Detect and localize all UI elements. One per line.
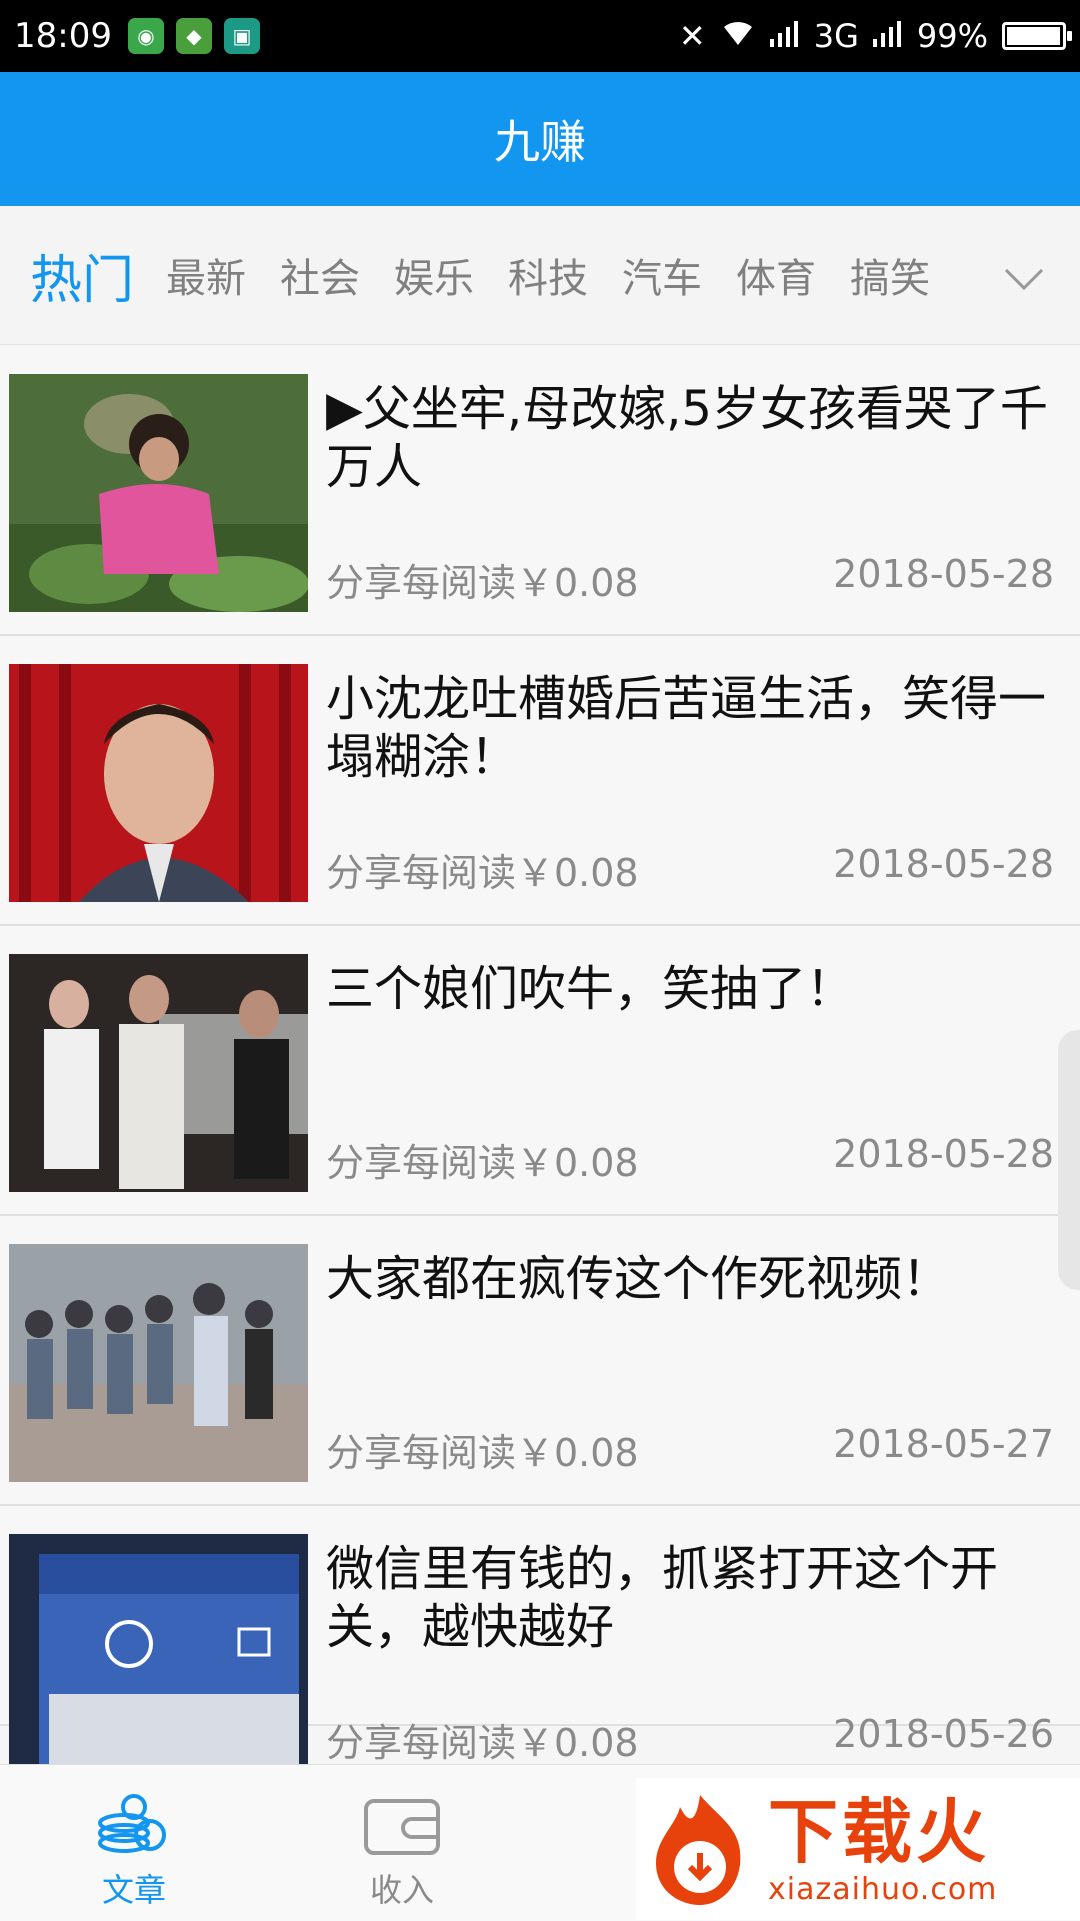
article-title: 小沈龙吐槽婚后苦逼生活，笑得一塌糊涂！ [326,671,1047,785]
watermark-text: 下载火 [768,1790,990,1873]
article-item[interactable]: ▶父坐牢,母改嫁,5岁女孩看哭了千万人 分享每阅读￥0.08 2018-05-2… [0,346,1080,636]
vibrate-off-icon: ✕ [678,17,706,55]
article-reward: 分享每阅读￥0.08 [326,1431,639,1475]
article-reward: 分享每阅读￥0.08 [326,851,639,895]
coins-icon [98,1794,166,1853]
article-date: 2018-05-26 [833,1712,1054,1756]
signal-icon-2 [872,17,903,55]
article-title: 三个娘们吹牛，笑抽了！ [326,961,855,1017]
signal-icon [769,17,800,55]
article-item[interactable]: 小沈龙吐槽婚后苦逼生活，笑得一塌糊涂！ 分享每阅读￥0.08 2018-05-2… [0,636,1080,926]
app-title: 九赚 [494,115,586,169]
status-time: 18:09 [14,16,112,56]
status-right: ✕ 3G 99% [678,0,1072,72]
nav-label: 文章 [101,1871,166,1909]
status-bar: 18:09 ◉ ◆ ▣ ✕ 3G 99% [0,0,1080,72]
article-title: 微信里有钱的，抓紧打开这个开关，越快越好 [326,1541,999,1655]
tab-hot[interactable]: 热门 [30,206,134,344]
tab-sports[interactable]: 体育 [736,206,816,344]
tab-funny[interactable]: 搞笑 [850,206,930,344]
article-thumbnail [9,374,308,612]
scroll-handle[interactable] [1058,1030,1080,1290]
article-date: 2018-05-28 [833,552,1054,596]
nav-income[interactable]: 收入 [302,1765,502,1921]
tab-tech[interactable]: 科技 [508,206,588,344]
battery-percent: 99% [916,17,988,55]
tab-auto[interactable]: 汽车 [622,206,702,344]
tab-entertainment[interactable]: 娱乐 [394,206,474,344]
article-date: 2018-05-28 [833,842,1054,886]
tab-society[interactable]: 社会 [280,206,360,344]
watermark: 下载火 xiazaihuo.com [636,1778,1080,1920]
network-type: 3G [813,17,859,55]
tab-latest[interactable]: 最新 [166,206,246,344]
article-item[interactable]: 三个娘们吹牛，笑抽了！ 分享每阅读￥0.08 2018-05-28 [0,926,1080,1216]
article-reward: 分享每阅读￥0.08 [326,1721,639,1765]
flame-logo-icon [656,1795,741,1905]
category-tabs: 热门 最新 社会 娱乐 科技 汽车 体育 搞笑 [0,206,1080,345]
app-header: 九赚 [0,72,1080,206]
article-thumbnail [9,1244,308,1482]
article-thumbnail [9,664,308,902]
article-list: ▶父坐牢,母改嫁,5岁女孩看哭了千万人 分享每阅读￥0.08 2018-05-2… [0,346,1080,1772]
article-thumbnail [9,954,308,1192]
wechat-notification-icon: ◉ [127,18,164,54]
article-item[interactable]: 大家都在疯传这个作死视频！ 分享每阅读￥0.08 2018-05-27 [0,1216,1080,1506]
nav-articles[interactable]: 文章 [34,1765,234,1921]
wallet-icon [364,1799,440,1855]
shield-notification-icon: ◆ [175,18,212,54]
chevron-down-icon[interactable] [1002,256,1046,300]
article-reward: 分享每阅读￥0.08 [326,1141,639,1185]
article-item[interactable]: 微信里有钱的，抓紧打开这个开关，越快越好 分享每阅读￥0.08 2018-05-… [0,1506,1080,1772]
article-title: 大家都在疯传这个作死视频！ [326,1251,951,1307]
article-title: ▶父坐牢,母改嫁,5岁女孩看哭了千万人 [326,381,1048,495]
article-date: 2018-05-28 [833,1132,1054,1176]
article-thumbnail [9,1534,308,1772]
wifi-icon [720,17,756,55]
battery-icon [1002,22,1072,50]
article-reward: 分享每阅读￥0.08 [326,561,639,605]
nav-label: 收入 [369,1871,434,1909]
article-date: 2018-05-27 [833,1422,1054,1466]
watermark-url: xiazaihuo.com [768,1871,998,1907]
scan-notification-icon: ▣ [223,18,260,54]
